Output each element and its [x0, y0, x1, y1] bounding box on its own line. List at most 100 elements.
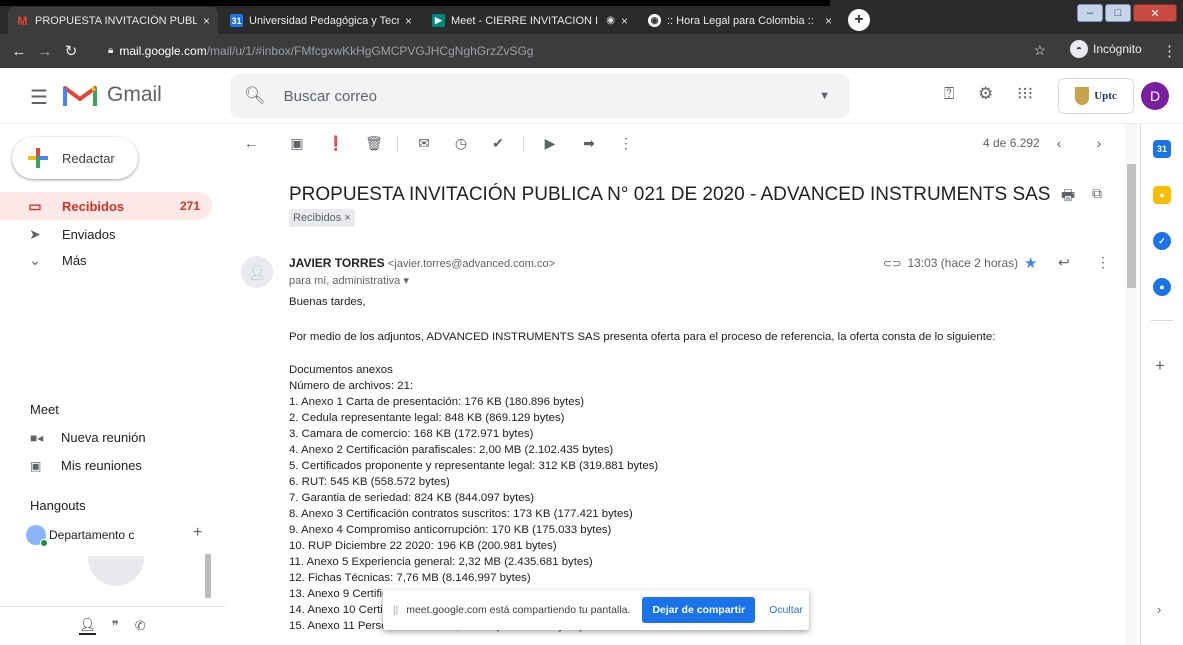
- list-item: 14. Anexo 10 Certif: [289, 604, 386, 616]
- list-item: 1. Anexo 1 Carta de presentación: 176 KB…: [289, 396, 585, 408]
- calendar-icon: ▣: [30, 458, 42, 473]
- main-menu-icon[interactable]: ☰: [30, 85, 48, 110]
- expand-side-panel-icon[interactable]: ›: [1157, 602, 1161, 617]
- compose-button[interactable]: Redactar: [12, 137, 138, 179]
- incognito-indicator[interactable]: ◓ Incógnito: [1070, 40, 1142, 58]
- avatar[interactable]: D: [1141, 82, 1169, 110]
- archive-icon[interactable]: ▣: [288, 135, 306, 152]
- forward-icon[interactable]: →: [32, 43, 58, 60]
- open-new-window-icon[interactable]: ⧉: [1092, 185, 1102, 202]
- tasks-icon[interactable]: ✓: [1153, 232, 1171, 250]
- keep-icon[interactable]: ●: [1153, 186, 1171, 204]
- hide-button[interactable]: Ocultar: [769, 604, 803, 616]
- contacts-icon[interactable]: ●: [1153, 278, 1171, 296]
- url-field[interactable]: 🔒︎ mail.google.com/mail/u/1/#inbox/FMfcg…: [108, 37, 1064, 64]
- window-close-icon[interactable]: ✕: [1133, 4, 1177, 22]
- calendar-icon: 31: [230, 14, 243, 27]
- search-icon[interactable]: 🔍︎: [244, 86, 266, 106]
- sender-avatar[interactable]: 👤︎: [241, 256, 273, 288]
- apps-grid-icon[interactable]: ⁝⁝⁝: [1017, 84, 1033, 104]
- message-more-icon[interactable]: ⋮: [1096, 254, 1110, 271]
- share-message: meet.google.com está compartiendo tu pan…: [406, 604, 631, 616]
- sidebar-item-more[interactable]: ⌄ Más: [0, 246, 212, 274]
- list-item: 9. Anexo 4 Compromiso anticorrupción: 17…: [289, 524, 612, 536]
- screen-share-bar: || meet.google.com está compartiendo tu …: [383, 590, 809, 630]
- new-tab-button[interactable]: +: [848, 9, 870, 31]
- sidebar-item-sent[interactable]: ➤ Enviados: [0, 220, 212, 248]
- close-icon[interactable]: ×: [203, 14, 210, 28]
- star-icon[interactable]: ★: [1024, 254, 1037, 272]
- hangout-user[interactable]: Departamento c: [26, 525, 134, 547]
- toolbar-divider: [397, 136, 398, 152]
- tab-universidad[interactable]: 31 Universidad Pedagógica y Tecnol ×: [222, 7, 420, 34]
- sender-name[interactable]: JAVIER TORRES: [289, 256, 385, 270]
- help-icon[interactable]: ⍰: [944, 84, 954, 104]
- new-meeting-item[interactable]: ■◂ Nueva reunión: [30, 430, 146, 445]
- add-hangout-icon[interactable]: +: [193, 524, 202, 542]
- tab-title: PROPUESTA INVITACIÓN PUBLIC: [35, 14, 197, 27]
- delete-icon[interactable]: 🗑︎: [365, 135, 383, 152]
- hangouts-chat-icon[interactable]: ❞: [112, 618, 119, 634]
- list-item: 2. Cedula representante legal: 848 KB (8…: [289, 412, 565, 424]
- drag-handle-icon[interactable]: ||: [393, 605, 398, 616]
- stop-sharing-button[interactable]: Dejar de compartir: [642, 597, 756, 623]
- organization-logo[interactable]: Uptc: [1058, 78, 1134, 114]
- side-panel-divider: [1151, 320, 1173, 321]
- tab-title: Meet - CIERRE INVITACION I: [451, 14, 599, 27]
- attachment-icon: ⊂⊃: [883, 257, 902, 270]
- recipients-dropdown[interactable]: para mí, administrativa ▾: [289, 274, 409, 287]
- person-icon[interactable]: 👤︎: [79, 617, 96, 635]
- send-icon: ➤: [29, 225, 41, 242]
- gmail-m-icon: [63, 86, 97, 106]
- minimize-icon[interactable]: –: [1077, 4, 1103, 22]
- move-to-icon[interactable]: ▶: [541, 135, 559, 152]
- phone-icon[interactable]: ✆: [135, 618, 146, 634]
- list-item: 4. Anexo 2 Certificación parafiscales: 2…: [289, 444, 614, 456]
- back-icon[interactable]: ←: [6, 43, 32, 60]
- tab-gmail[interactable]: M PROPUESTA INVITACIÓN PUBLIC ×: [8, 7, 218, 34]
- print-icon[interactable]: 🖶: [1061, 185, 1075, 210]
- close-icon[interactable]: ×: [621, 14, 628, 28]
- report-spam-icon[interactable]: ❗: [327, 135, 345, 152]
- message-toolbar: ← ▣ ❗ 🗑︎ ✉ ◷ ✔ ▶ ➡ ⋮ 4 de 6.292 ‹ ›: [225, 124, 1125, 164]
- maximize-icon[interactable]: □: [1105, 4, 1131, 22]
- user-avatar-icon: [26, 525, 48, 547]
- sidebar-item-label: Más: [62, 252, 87, 268]
- hangouts-section-title: Hangouts: [30, 498, 86, 513]
- back-to-inbox-icon[interactable]: ←: [242, 135, 260, 151]
- tab-meet[interactable]: ▶ Meet - CIERRE INVITACION I ◉ ×: [424, 7, 636, 34]
- add-task-icon[interactable]: ✔: [489, 135, 507, 152]
- close-icon[interactable]: ×: [825, 14, 832, 28]
- newer-chevron-icon[interactable]: ‹: [1050, 135, 1068, 151]
- browser-tab-strip: M PROPUESTA INVITACIÓN PUBLIC × 31 Unive…: [0, 0, 1183, 34]
- inbox-icon: ▭: [28, 197, 42, 214]
- mark-unread-icon[interactable]: ✉: [415, 135, 433, 152]
- gear-icon[interactable]: ⚙: [978, 84, 993, 104]
- tab-hora-legal[interactable]: ◉ :: Hora Legal para Colombia :: ×: [640, 7, 840, 34]
- globe-icon: ◉: [648, 14, 661, 27]
- reload-icon[interactable]: ↻: [58, 42, 84, 60]
- search-options-icon[interactable]: ▼: [819, 90, 830, 102]
- calendar-icon[interactable]: 31: [1153, 140, 1171, 158]
- bookmark-star-icon[interactable]: ☆: [1033, 42, 1046, 59]
- label-chip-inbox[interactable]: Recibidos ×: [289, 209, 355, 227]
- sidebar-item-inbox[interactable]: ▭ Recibidos 271: [0, 192, 212, 220]
- browser-menu-icon[interactable]: ⋮: [1162, 42, 1177, 60]
- my-meetings-item[interactable]: ▣ Mis reuniones: [30, 458, 142, 473]
- sender-email: <javier.torres@advanced.com.co>: [387, 258, 556, 270]
- more-icon[interactable]: ⋮: [617, 135, 635, 152]
- message-intro: Por medio de los adjuntos, ADVANCED INST…: [289, 331, 996, 343]
- get-addons-icon[interactable]: +: [1155, 356, 1165, 376]
- older-chevron-icon[interactable]: ›: [1090, 135, 1108, 151]
- reply-icon[interactable]: ↩: [1058, 254, 1070, 271]
- sidebar-item-label: Enviados: [62, 226, 116, 242]
- snooze-icon[interactable]: ◷: [452, 135, 470, 152]
- message-subject: PROPUESTA INVITACIÓN PUBLICA N° 021 DE 2…: [289, 184, 1051, 205]
- label-icon[interactable]: ➡: [580, 135, 598, 152]
- search-input[interactable]: 🔍︎ Buscar correo ▼: [230, 74, 850, 118]
- hangouts-scrollbar[interactable]: [205, 554, 211, 598]
- gmail-logo[interactable]: Gmail: [63, 82, 162, 108]
- close-icon[interactable]: ×: [405, 14, 412, 28]
- new-meeting-label: Nueva reunión: [61, 430, 146, 445]
- message-scrollbar-thumb[interactable]: [1127, 164, 1136, 288]
